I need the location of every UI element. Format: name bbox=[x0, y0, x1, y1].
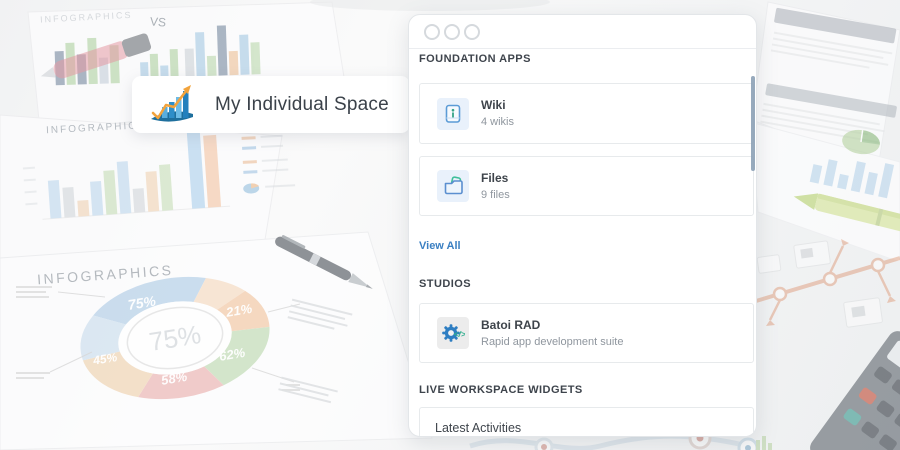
window-titlebar bbox=[409, 15, 756, 49]
wiki-book-icon bbox=[437, 97, 469, 130]
window-control-icon bbox=[444, 23, 460, 40]
window-control-icon bbox=[424, 23, 440, 40]
hero-scene: INFOGRAPHICS VS INFOGRAPHICS INFOGRAPHIC… bbox=[0, 0, 900, 450]
app-title: Wiki bbox=[481, 98, 506, 112]
app-card-wiki[interactable]: Wiki 4 wikis bbox=[419, 83, 754, 144]
app-subtitle: 9 files bbox=[481, 188, 510, 201]
batoi-logo-icon bbox=[145, 81, 199, 129]
rad-gear-code-icon: </> bbox=[437, 317, 469, 349]
workspace-title: My Individual Space bbox=[215, 93, 389, 115]
calculator bbox=[810, 331, 900, 450]
app-card-files[interactable]: Files 9 files bbox=[419, 156, 754, 216]
widget-title: Latest Activities bbox=[435, 421, 522, 435]
app-card-batoi-rad[interactable]: </> Batoi RAD Rapid app development suit… bbox=[419, 303, 754, 363]
live-workspace-widgets-heading: LIVE WORKSPACE WIDGETS bbox=[419, 384, 583, 396]
app-title: Batoi RAD bbox=[481, 317, 541, 332]
files-folder-icon bbox=[437, 170, 469, 202]
app-title: Files bbox=[481, 170, 509, 185]
workspace-card[interactable]: My Individual Space bbox=[132, 76, 410, 133]
panel-content: FOUNDATION APPS Wiki 4 wikis Files 9 fil… bbox=[409, 53, 756, 436]
foundation-apps-heading: FOUNDATION APPS bbox=[419, 53, 531, 65]
vs-label: VS bbox=[150, 14, 167, 29]
app-subtitle: Rapid app development suite bbox=[481, 335, 624, 348]
window-control-icon bbox=[464, 23, 480, 40]
app-subtitle: 4 wikis bbox=[481, 116, 515, 128]
scrollbar-thumb[interactable] bbox=[751, 76, 755, 171]
view-all-link[interactable]: View All bbox=[419, 241, 461, 252]
apps-panel: FOUNDATION APPS Wiki 4 wikis Files 9 fil… bbox=[408, 14, 757, 437]
svg-text:</>: </> bbox=[454, 329, 466, 339]
studios-heading: STUDIOS bbox=[419, 278, 472, 290]
widget-card-latest-activities[interactable]: Latest Activities bbox=[419, 407, 754, 436]
